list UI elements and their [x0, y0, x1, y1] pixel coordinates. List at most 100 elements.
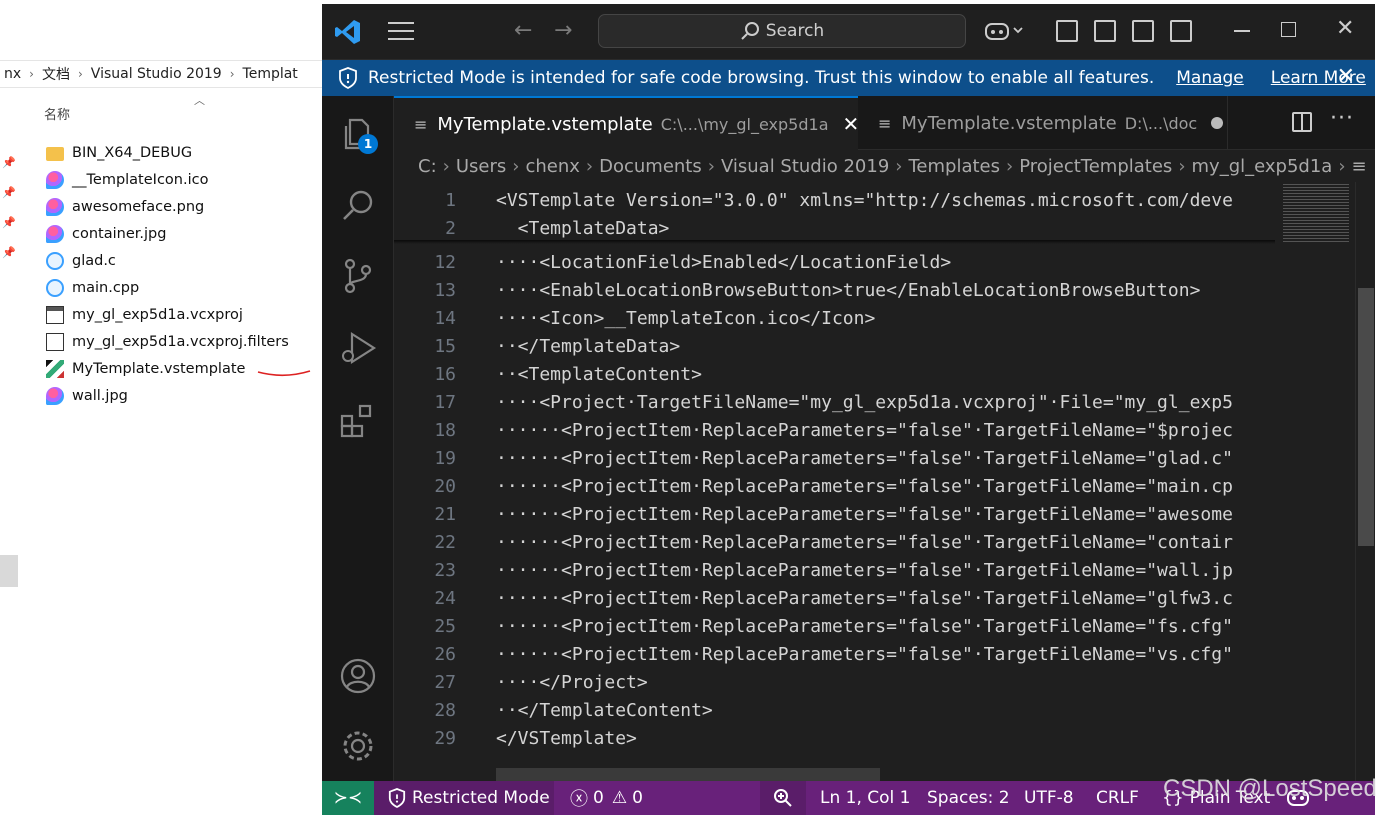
breadcrumb-item[interactable]: chenx: [525, 156, 579, 177]
code-line[interactable]: 13 ····<EnableLocationBrowseButton>true</…: [394, 276, 1275, 304]
file-item[interactable]: BIN_X64_DEBUG: [46, 139, 289, 166]
unsaved-dot-icon[interactable]: [1211, 117, 1224, 129]
copilot-icon[interactable]: [984, 20, 1024, 46]
chevron-right-icon: ›: [895, 155, 903, 177]
error-icon: ⓧ: [570, 789, 588, 810]
breadcrumb-item[interactable]: my_gl_exp5d1a: [1192, 156, 1333, 177]
code-editor[interactable]: 1 <VSTemplate Version="3.0.0" xmlns="http…: [394, 182, 1275, 781]
code-line[interactable]: 14 ····<Icon>__TemplateIcon.ico</Icon>: [394, 304, 1275, 332]
minimap[interactable]: [1275, 182, 1355, 781]
code-line[interactable]: 18 ······<ProjectItem·ReplaceParameters="…: [394, 416, 1275, 444]
code-line[interactable]: 27 ····</Project>: [394, 668, 1275, 696]
line-number: 12: [434, 251, 456, 273]
breadcrumb-item[interactable]: Templat: [243, 66, 298, 82]
manage-link[interactable]: Manage: [1176, 68, 1244, 88]
file-item[interactable]: main.cpp: [46, 274, 289, 301]
breadcrumb-item[interactable]: Visual Studio 2019: [91, 66, 222, 82]
code-line[interactable]: 21 ······<ProjectItem·ReplaceParameters="…: [394, 500, 1275, 528]
breadcrumb-item[interactable]: ProjectTemplates: [1019, 156, 1172, 177]
code-line[interactable]: 26 ······<ProjectItem·ReplaceParameters="…: [394, 640, 1275, 668]
vertical-scrollbar[interactable]: [1355, 182, 1375, 781]
code-line[interactable]: 29 </VSTemplate>: [394, 724, 1275, 752]
code-line[interactable]: 12 ····<LocationField>Enabled</LocationFi…: [394, 248, 1275, 276]
tab-title: MyTemplate.vstemplate: [901, 112, 1117, 134]
menu-hamburger-icon[interactable]: [388, 22, 414, 42]
code-line[interactable]: 1 <VSTemplate Version="3.0.0" xmlns="http…: [394, 186, 1275, 214]
close-icon[interactable]: ✕: [1337, 64, 1355, 89]
toggle-secondary-sidebar-icon[interactable]: [1170, 20, 1192, 42]
account-icon[interactable]: [338, 656, 378, 696]
line-number: 19: [434, 447, 456, 469]
symbol-icon[interactable]: ≡: [1352, 156, 1367, 177]
zoom-icon[interactable]: [760, 781, 806, 815]
file-item[interactable]: awesomeface.png: [46, 193, 289, 220]
code-line[interactable]: 20 ······<ProjectItem·ReplaceParameters="…: [394, 472, 1275, 500]
breadcrumb-item[interactable]: Visual Studio 2019: [721, 156, 889, 177]
code-line[interactable]: 23 ······<ProjectItem·ReplaceParameters="…: [394, 556, 1275, 584]
search-icon[interactable]: [338, 186, 378, 226]
arrow-right-icon[interactable]: →: [554, 18, 572, 43]
image-icon: [46, 386, 64, 405]
shield-icon: [388, 788, 406, 808]
tab-mytemplate-c[interactable]: ≡ MyTemplate.vstemplate C:\...\my_gl_exp…: [394, 96, 860, 150]
code-line[interactable]: 17 ····<Project·TargetFileName="my_gl_exp…: [394, 388, 1275, 416]
eol-status[interactable]: CRLF: [1096, 781, 1139, 815]
gear-icon[interactable]: [338, 726, 378, 766]
file-item[interactable]: container.jpg: [46, 220, 289, 247]
horizontal-scrollbar[interactable]: [496, 768, 880, 781]
tab-mytemplate-d[interactable]: ≡ MyTemplate.vstemplate D:\...\doc: [858, 96, 1228, 150]
command-center-search[interactable]: Search: [598, 14, 966, 48]
file-item[interactable]: __TemplateIcon.ico: [46, 166, 289, 193]
code-line[interactable]: 24 ······<ProjectItem·ReplaceParameters="…: [394, 584, 1275, 612]
file-item[interactable]: my_gl_exp5d1a.vcxproj.filters: [46, 328, 289, 355]
minimize-icon[interactable]: [1234, 30, 1250, 32]
code-line[interactable]: 22 ······<ProjectItem·ReplaceParameters="…: [394, 528, 1275, 556]
breadcrumb-item[interactable]: 文档: [42, 64, 70, 84]
c-file-icon: [46, 251, 64, 270]
file-item[interactable]: wall.jpg: [46, 382, 289, 409]
code-line[interactable]: 19 ······<ProjectItem·ReplaceParameters="…: [394, 444, 1275, 472]
restricted-mode-status[interactable]: Restricted Mode: [374, 781, 554, 815]
split-editor-icon[interactable]: [1292, 112, 1312, 132]
remote-indicator-icon[interactable]: ≻≺: [322, 781, 374, 815]
encoding-status[interactable]: UTF-8: [1024, 781, 1074, 815]
code-line[interactable]: 28 ··</TemplateContent>: [394, 696, 1275, 724]
code-line[interactable]: 16 ··<TemplateContent>: [394, 360, 1275, 388]
file-item[interactable]: glad.c: [46, 247, 289, 274]
breadcrumb-item[interactable]: Users: [456, 156, 506, 177]
code-line[interactable]: 15 ··</TemplateData>: [394, 332, 1275, 360]
red-underline-annotation: [257, 370, 311, 377]
code-line[interactable]: 2 <TemplateData>: [394, 214, 1275, 242]
line-number: 18: [434, 419, 456, 441]
code-text: ······<ProjectItem·ReplaceParameters="fa…: [496, 447, 1233, 469]
code-line[interactable]: 25 ······<ProjectItem·ReplaceParameters="…: [394, 612, 1275, 640]
file-item[interactable]: my_gl_exp5d1a.vcxproj: [46, 301, 289, 328]
restricted-mode-banner: Restricted Mode is intended for safe cod…: [322, 60, 1375, 96]
arrow-left-icon[interactable]: ←: [514, 18, 532, 43]
problems-status[interactable]: ⓧ 0 ⚠ 0: [570, 781, 643, 815]
file-explorer-window: nx › 文档 › Visual Studio 2019 › Templat ︿…: [0, 0, 330, 815]
close-icon[interactable]: ✕: [843, 112, 860, 136]
breadcrumb-item[interactable]: Templates: [908, 156, 1000, 177]
line-number: 26: [434, 643, 456, 665]
maximize-icon[interactable]: [1281, 22, 1296, 37]
more-actions-icon[interactable]: ···: [1330, 106, 1354, 131]
toggle-panel-icon[interactable]: [1132, 20, 1154, 42]
customize-layout-icon[interactable]: [1056, 20, 1078, 42]
indentation-status[interactable]: Spaces: 2: [927, 781, 1010, 815]
chevron-right-icon: ›: [585, 155, 594, 177]
file-item[interactable]: MyTemplate.vstemplate: [46, 355, 289, 382]
scrollbar-thumb[interactable]: [1358, 288, 1374, 546]
run-debug-icon[interactable]: [338, 328, 378, 368]
toggle-primary-sidebar-icon[interactable]: [1094, 20, 1116, 42]
breadcrumb-item[interactable]: Documents: [599, 156, 702, 177]
source-control-icon[interactable]: [338, 256, 378, 296]
explorer-breadcrumb[interactable]: nx › 文档 › Visual Studio 2019 › Templat: [0, 60, 330, 88]
cursor-position[interactable]: Ln 1, Col 1: [820, 781, 911, 815]
breadcrumb-item[interactable]: nx: [4, 66, 21, 82]
breadcrumb-item[interactable]: C:: [418, 156, 437, 177]
image-icon: [46, 197, 64, 216]
column-header-name[interactable]: 名称: [44, 104, 70, 123]
extensions-icon[interactable]: [338, 402, 378, 442]
close-window-icon[interactable]: ✕: [1336, 16, 1354, 41]
